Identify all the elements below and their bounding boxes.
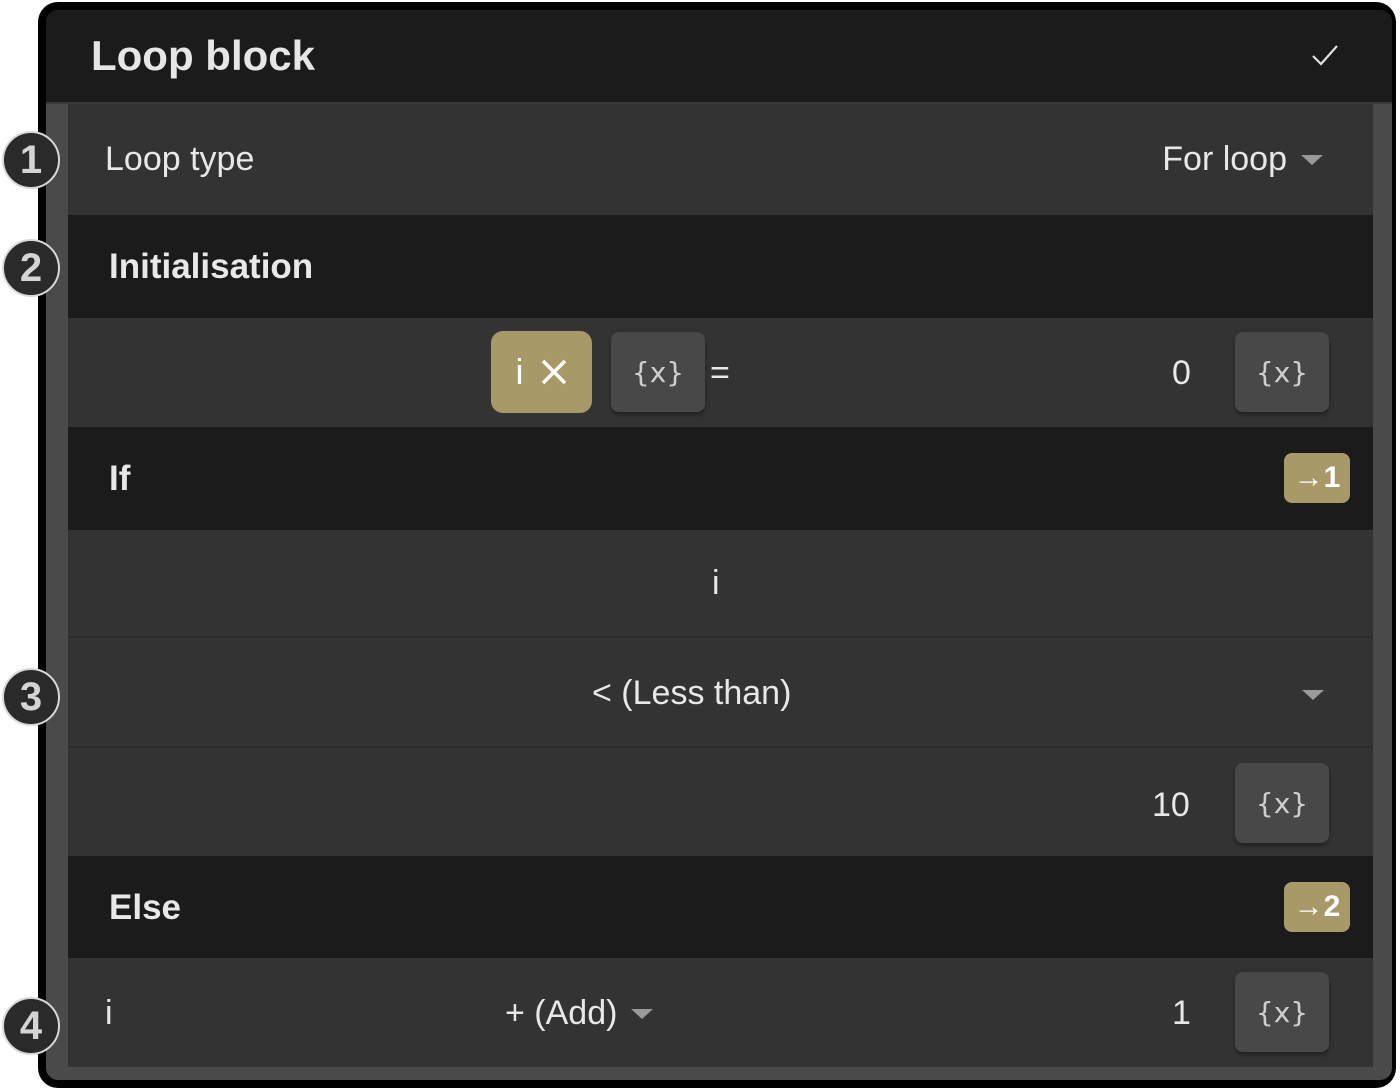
if-header: If →1 (68, 427, 1373, 530)
loop-type-dropdown[interactable]: For loop (1162, 140, 1323, 179)
callout-marker-1: 1 (2, 131, 60, 189)
initialisation-row: i {x} = 0 {x} (68, 318, 1373, 427)
checkmark-icon (1312, 45, 1338, 66)
left-operand-value[interactable]: i (712, 564, 720, 603)
loop-form: Loop type For loop Initialisation i {x} … (68, 104, 1373, 1067)
if-title: If (109, 459, 131, 498)
goto-step-2-badge[interactable]: →2 (1284, 882, 1350, 932)
increment-variable: i (105, 994, 113, 1032)
callout-marker-4: 4 (2, 997, 60, 1055)
equals-sign: = (710, 354, 730, 392)
title-bar: Loop block (46, 10, 1392, 104)
if-left-operand-row: i (68, 530, 1373, 636)
loop-type-row: Loop type For loop (68, 104, 1373, 215)
init-value-input[interactable]: 0 (1172, 354, 1191, 393)
increment-variable-button[interactable]: {x} (1235, 972, 1329, 1052)
variable-chip-i[interactable]: i (491, 331, 592, 413)
goto-step-1-badge[interactable]: →1 (1284, 453, 1350, 503)
dialog-title: Loop block (91, 32, 315, 79)
increment-operator-dropdown[interactable]: + (Add) (505, 994, 654, 1033)
if-right-operand-row: 10 {x} (68, 746, 1373, 856)
increment-value-input[interactable]: 1 (1172, 994, 1191, 1033)
close-icon[interactable] (540, 358, 568, 386)
confirm-button[interactable] (1308, 38, 1342, 72)
initialisation-header: Initialisation (68, 215, 1373, 318)
else-title: Else (109, 888, 181, 927)
callout-marker-3: 3 (2, 668, 60, 726)
if-operator-row[interactable]: < (Less than) (68, 636, 1373, 746)
loop-type-value: For loop (1162, 140, 1287, 178)
init-value-variable-button[interactable]: {x} (1235, 332, 1329, 412)
operator-value[interactable]: < (Less than) (592, 674, 791, 713)
right-operand-variable-button[interactable]: {x} (1235, 763, 1329, 843)
initialisation-title: Initialisation (109, 247, 314, 286)
loop-type-label: Loop type (105, 140, 255, 178)
chevron-down-icon[interactable] (1302, 690, 1324, 700)
variable-picker-button[interactable]: {x} (611, 332, 705, 412)
increment-operator-value: + (Add) (505, 994, 618, 1032)
increment-row: i + (Add) 1 {x} (68, 958, 1373, 1067)
right-operand-input[interactable]: 10 (1152, 786, 1190, 825)
loop-block-dialog: Loop block Loop type For loop Initialisa… (46, 10, 1392, 1080)
callout-marker-2: 2 (2, 239, 60, 297)
else-header: Else →2 (68, 856, 1373, 958)
chevron-down-icon (631, 1008, 654, 1019)
variable-chip-label: i (515, 351, 524, 392)
chevron-down-icon (1301, 154, 1323, 165)
